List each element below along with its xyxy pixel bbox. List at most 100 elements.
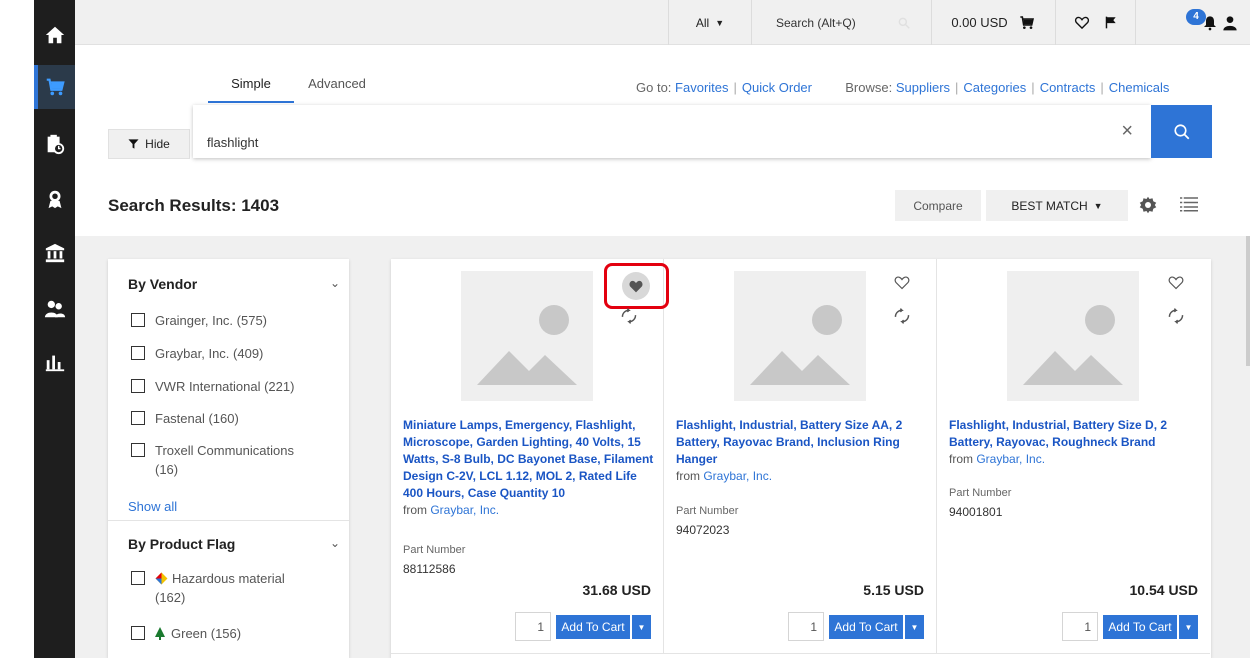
add-to-cart-dropdown[interactable]: ▼	[1178, 615, 1198, 639]
left-nav	[0, 0, 75, 658]
part-number-label: Part Number	[676, 505, 739, 517]
link-contracts[interactable]: Contracts	[1040, 80, 1096, 95]
cart-icon	[46, 78, 65, 96]
heart-icon[interactable]	[1168, 275, 1184, 290]
quantity-input[interactable]: 1	[1062, 612, 1098, 641]
sort-dropdown[interactable]: BEST MATCH ▼	[986, 190, 1128, 221]
heart-icon[interactable]	[894, 275, 910, 290]
tab-simple[interactable]: Simple	[208, 76, 294, 103]
filter-flag-item[interactable]: Hazardous material (162)	[131, 569, 306, 607]
tree-icon	[155, 627, 165, 640]
part-number: 88112586	[403, 562, 456, 576]
compare-sync-icon[interactable]	[892, 307, 912, 325]
add-to-cart-button[interactable]: Add To Cart	[1103, 615, 1177, 639]
filter-vendor-item[interactable]: VWR International (221)	[131, 377, 331, 396]
filter-vendor-heading: By Vendor	[128, 276, 198, 292]
checkbox[interactable]	[131, 443, 145, 457]
checkbox[interactable]	[131, 626, 145, 640]
vendor-link[interactable]: Graybar, Inc.	[976, 452, 1045, 466]
search-icon	[1173, 123, 1189, 139]
product-vendor: from Graybar, Inc.	[403, 503, 499, 517]
nav-history[interactable]	[34, 122, 75, 166]
link-favorites[interactable]: Favorites	[675, 80, 728, 95]
vendor-link[interactable]: Graybar, Inc.	[703, 469, 772, 483]
goto-label: Go to:	[636, 80, 672, 95]
sort-label: BEST MATCH	[1011, 198, 1088, 213]
heart-icon[interactable]	[1074, 15, 1090, 30]
filter-vendor-label: Troxell Communications (16)	[155, 443, 294, 477]
checkbox[interactable]	[131, 571, 145, 585]
product-image-placeholder[interactable]	[1007, 271, 1139, 401]
add-to-cart-button[interactable]: Add To Cart	[556, 615, 630, 639]
tab-advanced[interactable]: Advanced	[294, 76, 380, 103]
product-image-placeholder[interactable]	[461, 271, 593, 401]
product-card: Flashlight, Industrial, Battery Size D, …	[937, 259, 1210, 654]
compare-sync-icon[interactable]	[1166, 307, 1186, 325]
product-vendor: from Graybar, Inc.	[676, 469, 772, 483]
user-icon[interactable]	[1222, 14, 1238, 32]
link-suppliers[interactable]: Suppliers	[896, 80, 950, 95]
compare-sync-icon[interactable]	[619, 307, 639, 325]
nav-bank[interactable]	[34, 231, 75, 275]
vendor-from: from	[403, 503, 427, 517]
product-title-text[interactable]: Flashlight, Industrial, Battery Size D, …	[949, 418, 1167, 449]
product-title-text[interactable]: Flashlight, Industrial, Battery Size AA,…	[676, 418, 902, 466]
quantity-input[interactable]: 1	[515, 612, 551, 641]
product-card: Flashlight, Industrial, Battery Size AA,…	[664, 259, 937, 654]
filter-vendor-item[interactable]: Grainger, Inc. (575)	[131, 311, 331, 330]
add-to-cart-dropdown[interactable]: ▼	[631, 615, 651, 639]
filter-vendor-item[interactable]: Troxell Communications (16)	[131, 441, 306, 479]
flag-icon[interactable]	[1104, 15, 1118, 30]
product-title[interactable]: Flashlight, Industrial, Battery Size D, …	[949, 417, 1204, 468]
global-search-input[interactable]: Search (Alt+Q)	[751, 0, 931, 45]
bar-chart-icon	[45, 355, 64, 372]
filter-flag-heading: By Product Flag	[128, 536, 236, 552]
scrollbar[interactable]	[1246, 236, 1250, 366]
search-scope-label: All	[695, 15, 710, 30]
nav-reports[interactable]	[34, 340, 75, 384]
search-scope-dropdown[interactable]: All ▼	[668, 0, 751, 45]
caret-down-icon: ▼	[910, 622, 919, 632]
product-title[interactable]: Flashlight, Industrial, Battery Size AA,…	[676, 417, 931, 485]
chevron-down-icon[interactable]: ⌄	[330, 276, 340, 290]
link-categories[interactable]: Categories	[963, 80, 1026, 95]
notifications-user[interactable]: 4	[1135, 0, 1250, 45]
add-to-cart-button[interactable]: Add To Cart	[829, 615, 903, 639]
quantity-input[interactable]: 1	[788, 612, 824, 641]
checkbox[interactable]	[131, 411, 145, 425]
close-icon[interactable]: ×	[1121, 121, 1133, 141]
filter-vendor-item[interactable]: Graybar, Inc. (409)	[131, 344, 331, 363]
link-quick-order[interactable]: Quick Order	[742, 80, 812, 95]
chevron-down-icon[interactable]: ⌄	[330, 536, 340, 550]
product-title-text[interactable]: Miniature Lamps, Emergency, Flashlight, …	[403, 418, 653, 500]
filter-flag-item[interactable]: Green (156)	[131, 624, 331, 643]
compare-button[interactable]: Compare	[895, 190, 981, 221]
search-icon[interactable]	[897, 16, 911, 30]
bank-icon	[45, 243, 64, 263]
hazard-icon	[155, 572, 168, 585]
show-all-link[interactable]: Show all	[128, 499, 177, 514]
product-title[interactable]: Miniature Lamps, Emergency, Flashlight, …	[403, 417, 658, 519]
filter-vendor-label: Fastenal (160)	[155, 411, 239, 426]
filter-vendor-item[interactable]: Fastenal (160)	[131, 409, 331, 428]
filter-vendor-label: Grainger, Inc. (575)	[155, 313, 267, 328]
search-input[interactable]: flashlight ×	[193, 105, 1151, 158]
search-button[interactable]	[1151, 105, 1212, 158]
vendor-link[interactable]: Graybar, Inc.	[430, 503, 499, 517]
nav-shop[interactable]	[34, 65, 75, 109]
checkbox[interactable]	[131, 346, 145, 360]
hide-filters-button[interactable]: Hide	[108, 129, 190, 159]
list-view-icon[interactable]	[1180, 196, 1198, 212]
checkbox[interactable]	[131, 313, 145, 327]
caret-down-icon: ▼	[637, 622, 646, 632]
checkbox[interactable]	[131, 379, 145, 393]
link-chemicals[interactable]: Chemicals	[1109, 80, 1170, 95]
gear-icon[interactable]	[1139, 196, 1157, 214]
divider	[108, 520, 349, 521]
nav-home[interactable]	[34, 13, 75, 57]
cart-summary[interactable]: 0.00 USD	[931, 0, 1055, 45]
nav-users[interactable]	[34, 287, 75, 331]
product-image-placeholder[interactable]	[734, 271, 866, 401]
nav-awards[interactable]	[34, 177, 75, 221]
add-to-cart-dropdown[interactable]: ▼	[904, 615, 924, 639]
